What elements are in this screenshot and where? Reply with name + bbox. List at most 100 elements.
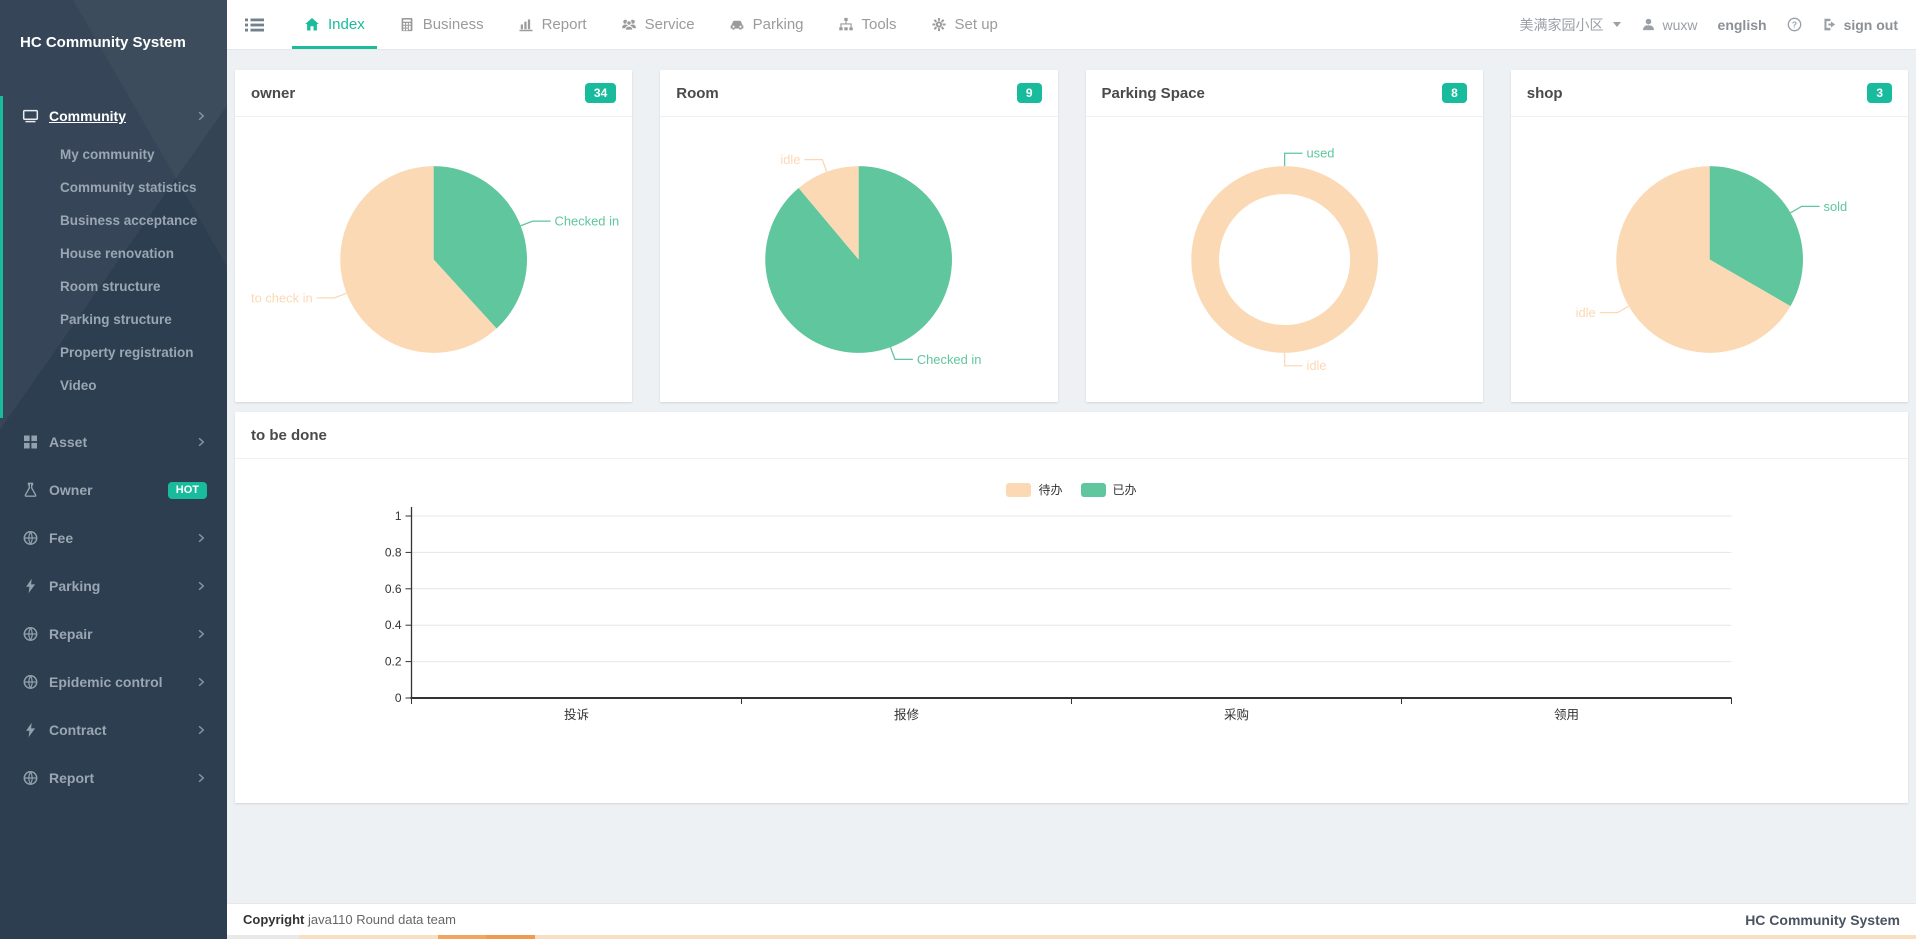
svg-text:0.2: 0.2 <box>385 655 402 669</box>
tab-label: Report <box>542 16 587 33</box>
main-column: Index Business Report <box>227 0 1916 939</box>
svg-text:投诉: 投诉 <box>564 707 589 722</box>
sidebar-item-label: Epidemic control <box>49 674 195 690</box>
sidebar-item-community[interactable]: Community <box>3 96 227 136</box>
tab-service[interactable]: Service <box>609 0 707 49</box>
sidebar-item-owner[interactable]: Owner HOT <box>3 466 227 514</box>
strip-segment <box>227 935 299 939</box>
tab-label: Service <box>645 16 695 33</box>
sidebar-item-repair[interactable]: Repair <box>3 610 227 658</box>
count-badge: 3 <box>1867 83 1892 103</box>
svg-text:0.8: 0.8 <box>385 545 402 559</box>
tab-label: Business <box>423 16 484 33</box>
bar-chart-legend: 待办 已办 <box>235 481 1908 498</box>
sidebar-item-label: Fee <box>49 530 195 546</box>
sitemap-icon <box>838 17 854 32</box>
parking-donut-chart: usedidle <box>1086 117 1483 402</box>
tab-set-up[interactable]: Set up <box>919 0 1010 49</box>
sidebar-group-report: Report <box>0 754 227 802</box>
room-card: Room 9 Checked inidle <box>660 70 1057 402</box>
sidebar-item-label: Contract <box>49 722 195 738</box>
sidebar-app-title: HC Community System <box>0 0 227 96</box>
tab-label: Index <box>328 16 365 33</box>
chevron-right-icon <box>195 532 207 544</box>
svg-text:idle: idle <box>1306 358 1326 373</box>
globe-icon <box>22 530 39 546</box>
svg-text:0.6: 0.6 <box>385 582 402 596</box>
footer-copyright-rest: java110 Round data team <box>304 912 456 927</box>
sidebar-item-label: Community <box>49 108 195 124</box>
svg-text:idle: idle <box>1575 305 1595 320</box>
tab-tools[interactable]: Tools <box>826 0 909 49</box>
sidebar-item-room-structure[interactable]: Room structure <box>3 270 227 303</box>
sidebar-group-asset: Asset <box>0 418 227 466</box>
legend-item-pending[interactable]: 待办 <box>1006 481 1062 498</box>
sidebar-item-property-registration[interactable]: Property registration <box>3 336 227 369</box>
sign-out-button[interactable]: sign out <box>1822 17 1898 33</box>
sidebar-item-my-community[interactable]: My community <box>3 138 227 171</box>
sidebar-item-community-statistics[interactable]: Community statistics <box>3 171 227 204</box>
sidebar: HC Community System Community My communi… <box>0 0 227 939</box>
strip-segment <box>535 935 1916 939</box>
dashboard-content: owner 34 Checked into check in Room 9 Ch… <box>227 50 1916 903</box>
tab-label: Set up <box>955 16 998 33</box>
sidebar-toggle-icon[interactable] <box>245 17 264 33</box>
sidebar-item-label: Owner <box>49 482 168 498</box>
help-button[interactable]: ? <box>1787 17 1802 32</box>
card-header: Room 9 <box>660 70 1057 117</box>
tab-index[interactable]: Index <box>292 0 377 49</box>
footer-copyright: Copyright java110 Round data team <box>243 912 456 927</box>
user-menu[interactable]: wuxw <box>1641 17 1698 33</box>
card-header: Parking Space 8 <box>1086 70 1483 117</box>
topbar: Index Business Report <box>227 0 1916 50</box>
tab-report[interactable]: Report <box>506 0 599 49</box>
legend-item-done[interactable]: 已办 <box>1081 481 1137 498</box>
chevron-right-icon <box>195 676 207 688</box>
sidebar-item-parking[interactable]: Parking <box>3 562 227 610</box>
sidebar-item-house-renovation[interactable]: House renovation <box>3 237 227 270</box>
user-icon <box>1641 17 1656 32</box>
bottom-strip <box>227 935 1916 939</box>
shop-card: shop 3 soldidle <box>1511 70 1908 402</box>
app-root: HC Community System Community My communi… <box>0 0 1916 939</box>
sidebar-item-contract[interactable]: Contract <box>3 706 227 754</box>
sidebar-group-repair: Repair <box>0 610 227 658</box>
svg-text:Checked in: Checked in <box>917 352 982 367</box>
card-header: owner 34 <box>235 70 632 117</box>
hot-badge: HOT <box>168 482 207 499</box>
globe-icon <box>22 674 39 690</box>
svg-text:0.4: 0.4 <box>385 618 402 632</box>
chevron-down-icon <box>1613 22 1621 27</box>
sidebar-item-report[interactable]: Report <box>3 754 227 802</box>
chevron-right-icon <box>195 110 207 122</box>
sidebar-item-asset[interactable]: Asset <box>3 418 227 466</box>
question-circle-icon: ? <box>1787 17 1802 32</box>
community-select[interactable]: 美满家园小区 <box>1520 15 1621 35</box>
sidebar-item-business-acceptance[interactable]: Business acceptance <box>3 204 227 237</box>
bar-chart-icon <box>518 17 534 32</box>
th-large-icon <box>22 434 39 450</box>
language-switcher[interactable]: english <box>1718 17 1767 33</box>
users-icon <box>621 17 637 32</box>
chevron-right-icon <box>195 772 207 784</box>
globe-icon <box>22 770 39 786</box>
chevron-right-icon <box>195 628 207 640</box>
sidebar-item-fee[interactable]: Fee <box>3 514 227 562</box>
home-icon <box>304 17 320 32</box>
svg-text:to check in: to check in <box>251 290 313 305</box>
count-badge: 9 <box>1017 83 1042 103</box>
sidebar-group-contract: Contract <box>0 706 227 754</box>
count-badge: 34 <box>585 83 616 103</box>
tab-business[interactable]: Business <box>387 0 496 49</box>
tab-parking[interactable]: Parking <box>717 0 816 49</box>
svg-text:领用: 领用 <box>1554 708 1579 722</box>
sidebar-item-parking-structure[interactable]: Parking structure <box>3 303 227 336</box>
sidebar-item-epidemic-control[interactable]: Epidemic control <box>3 658 227 706</box>
card-title: Room <box>676 85 719 102</box>
owner-pie-chart: Checked into check in <box>235 117 632 402</box>
card-title: shop <box>1527 85 1563 102</box>
sidebar-item-video[interactable]: Video <box>3 369 227 402</box>
chevron-right-icon <box>195 580 207 592</box>
sign-out-label: sign out <box>1844 17 1898 33</box>
desktop-icon <box>22 108 39 124</box>
